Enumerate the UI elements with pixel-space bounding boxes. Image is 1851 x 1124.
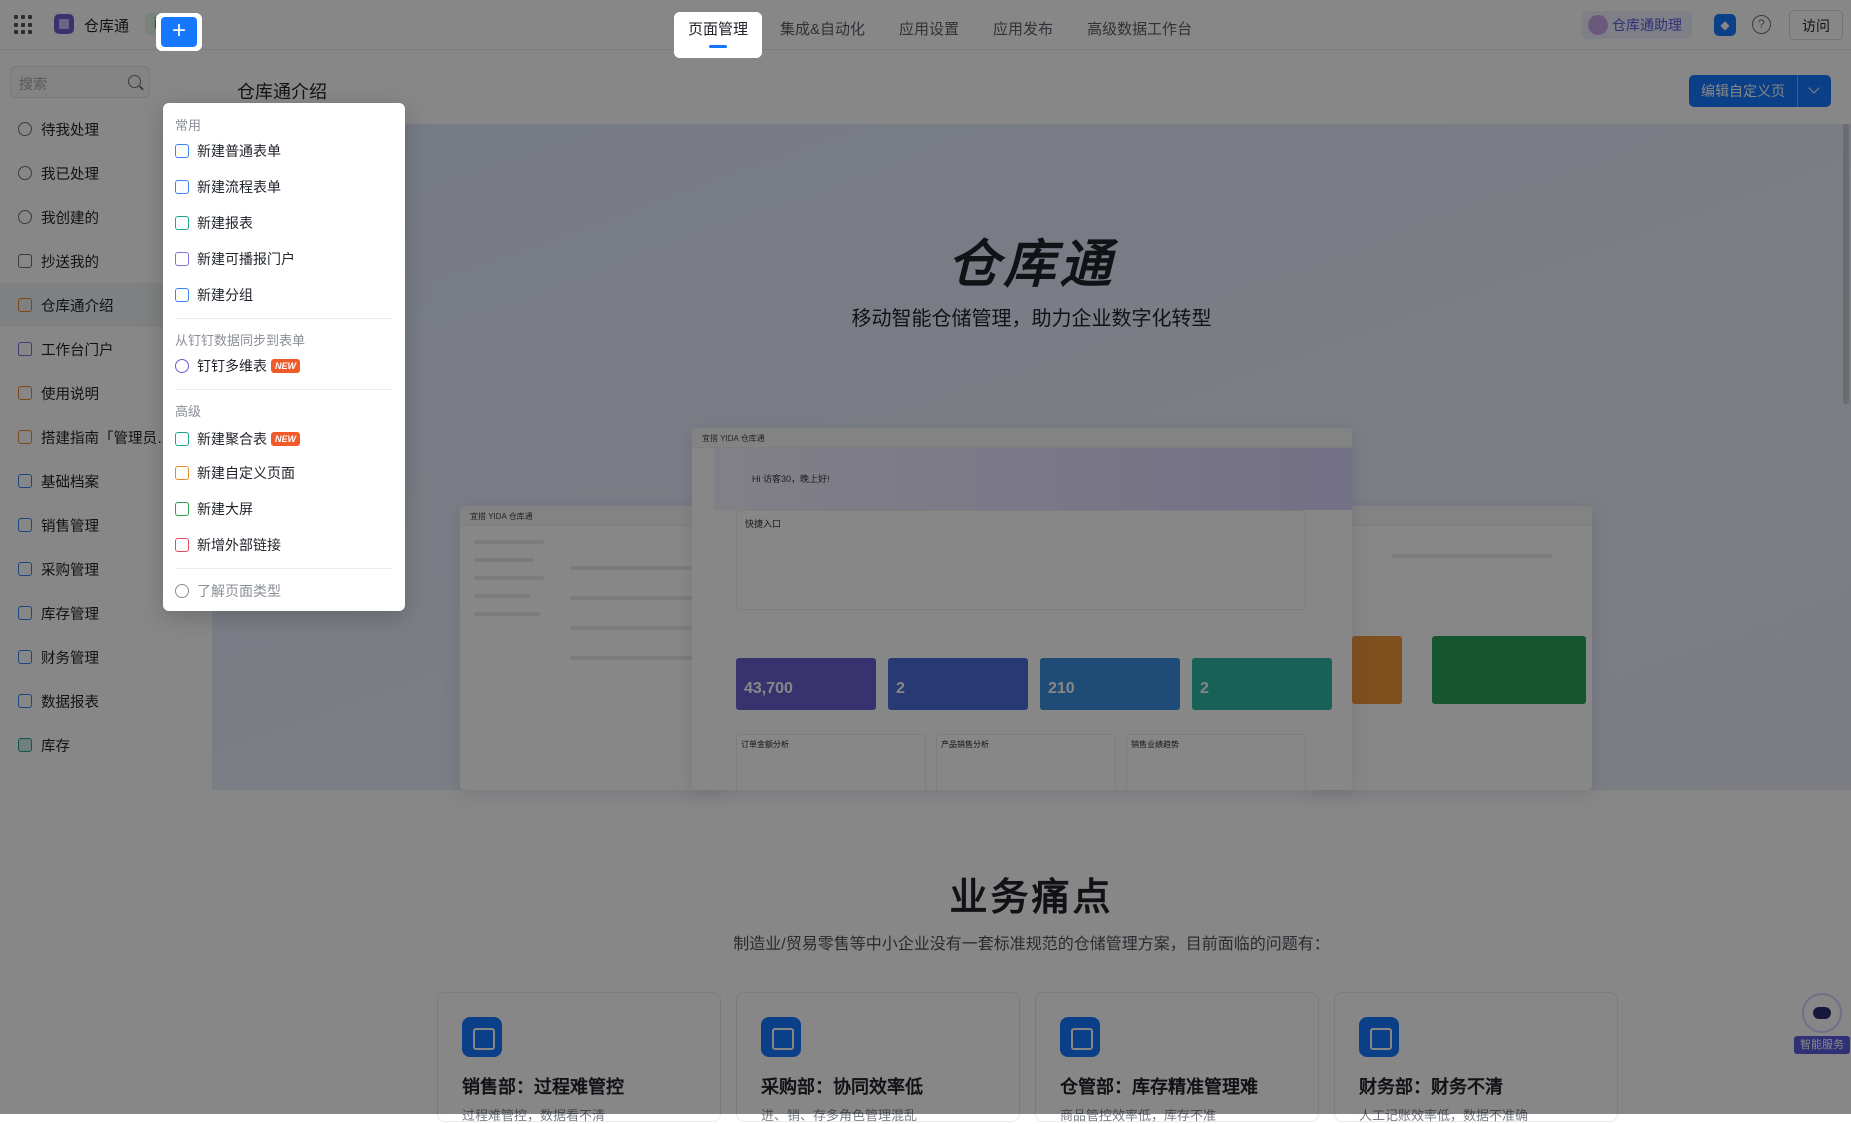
menu-item-normal-form[interactable]: 新建普通表单 — [163, 133, 405, 169]
link-icon — [175, 538, 189, 552]
new-tag: NEW — [271, 359, 300, 373]
tab-page-management-highlight[interactable]: 页面管理 — [674, 12, 763, 58]
dingtalk-icon — [175, 359, 189, 373]
home-icon — [175, 252, 189, 266]
menu-item-label: 新建大屏 — [197, 501, 253, 517]
aggregate-table-icon — [175, 432, 189, 446]
modal-overlay-top — [0, 0, 1851, 50]
menu-group-sync: 从钉钉数据同步到表单 — [175, 333, 306, 348]
menu-divider — [175, 318, 393, 319]
menu-item-big-screen[interactable]: 新建大屏 — [163, 491, 405, 527]
screen-icon — [175, 502, 189, 516]
plus-icon: + — [161, 17, 197, 47]
new-tag: NEW — [271, 432, 300, 446]
menu-divider — [175, 389, 393, 390]
add-button[interactable]: + — [156, 13, 202, 51]
menu-divider — [175, 568, 393, 569]
page-icon — [175, 466, 189, 480]
flow-icon — [175, 180, 189, 194]
menu-item-flow-form[interactable]: 新建流程表单 — [163, 169, 405, 205]
report-icon — [175, 216, 189, 230]
menu-group-common: 常用 — [175, 118, 202, 133]
menu-item-label: 新建流程表单 — [197, 179, 281, 195]
menu-item-label: 新建自定义页面 — [197, 465, 295, 481]
form-icon — [175, 144, 189, 158]
menu-item-label: 新增外部链接 — [197, 537, 281, 553]
menu-item-label: 钉钉多维表 — [197, 358, 267, 374]
menu-item-dingtalk-table[interactable]: 钉钉多维表 NEW — [163, 348, 405, 384]
menu-item-portal[interactable]: 新建可播报门户 — [163, 241, 405, 277]
menu-item-label: 新建分组 — [197, 287, 253, 303]
menu-item-label: 新建聚合表 — [197, 431, 267, 447]
menu-item-report[interactable]: 新建报表 — [163, 205, 405, 241]
menu-item-label: 新建可播报门户 — [197, 251, 295, 267]
menu-item-aggregate-table[interactable]: 新建聚合表 NEW — [165, 418, 403, 460]
folder-icon — [175, 288, 189, 302]
menu-item-external-link[interactable]: 新增外部链接 — [163, 527, 405, 563]
menu-item-label: 新建报表 — [197, 215, 253, 231]
menu-item-group[interactable]: 新建分组 — [163, 277, 405, 313]
menu-item-learn[interactable]: 了解页面类型 — [163, 573, 405, 609]
menu-item-custom-page[interactable]: 新建自定义页面 — [163, 455, 405, 491]
menu-item-label: 新建普通表单 — [197, 143, 281, 159]
create-menu: 常用 新建普通表单 新建流程表单 新建报表 新建可播报门户 新建分组 从钉钉数据… — [163, 103, 405, 611]
question-icon — [175, 584, 189, 598]
menu-item-label: 了解页面类型 — [197, 583, 281, 599]
